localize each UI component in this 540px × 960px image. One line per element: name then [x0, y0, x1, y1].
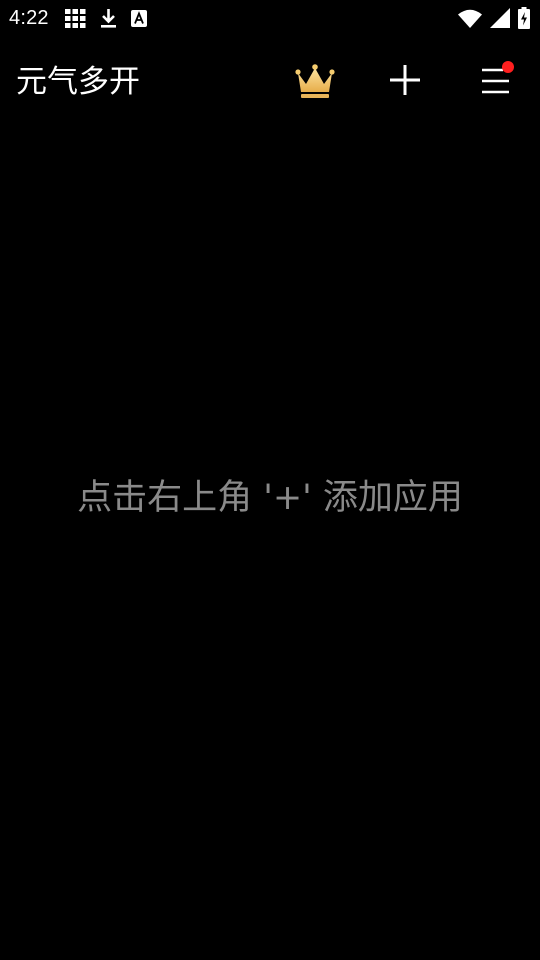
menu-button[interactable] [476, 60, 516, 100]
crown-icon [294, 62, 336, 100]
plus-icon [385, 60, 425, 100]
accessibility-a-icon [130, 9, 147, 27]
status-time: 4:22 [9, 6, 49, 29]
vip-crown-button[interactable] [294, 62, 336, 100]
download-icon [100, 8, 117, 28]
apps-grid-icon [64, 8, 86, 28]
status-left: 4:22 [9, 7, 161, 30]
status-bar: 4:22 [0, 0, 540, 36]
notification-dot [502, 61, 514, 73]
wifi-icon [458, 9, 482, 28]
cell-signal-icon [490, 8, 510, 28]
empty-state-message: 点击右上角 '+' 添加应用 [77, 478, 463, 518]
battery-charging-icon [518, 7, 530, 29]
add-app-button[interactable] [385, 60, 425, 100]
app-bar: 元气多开 [0, 36, 540, 128]
status-right [450, 7, 530, 29]
app-title: 元气多开 [16, 64, 140, 100]
